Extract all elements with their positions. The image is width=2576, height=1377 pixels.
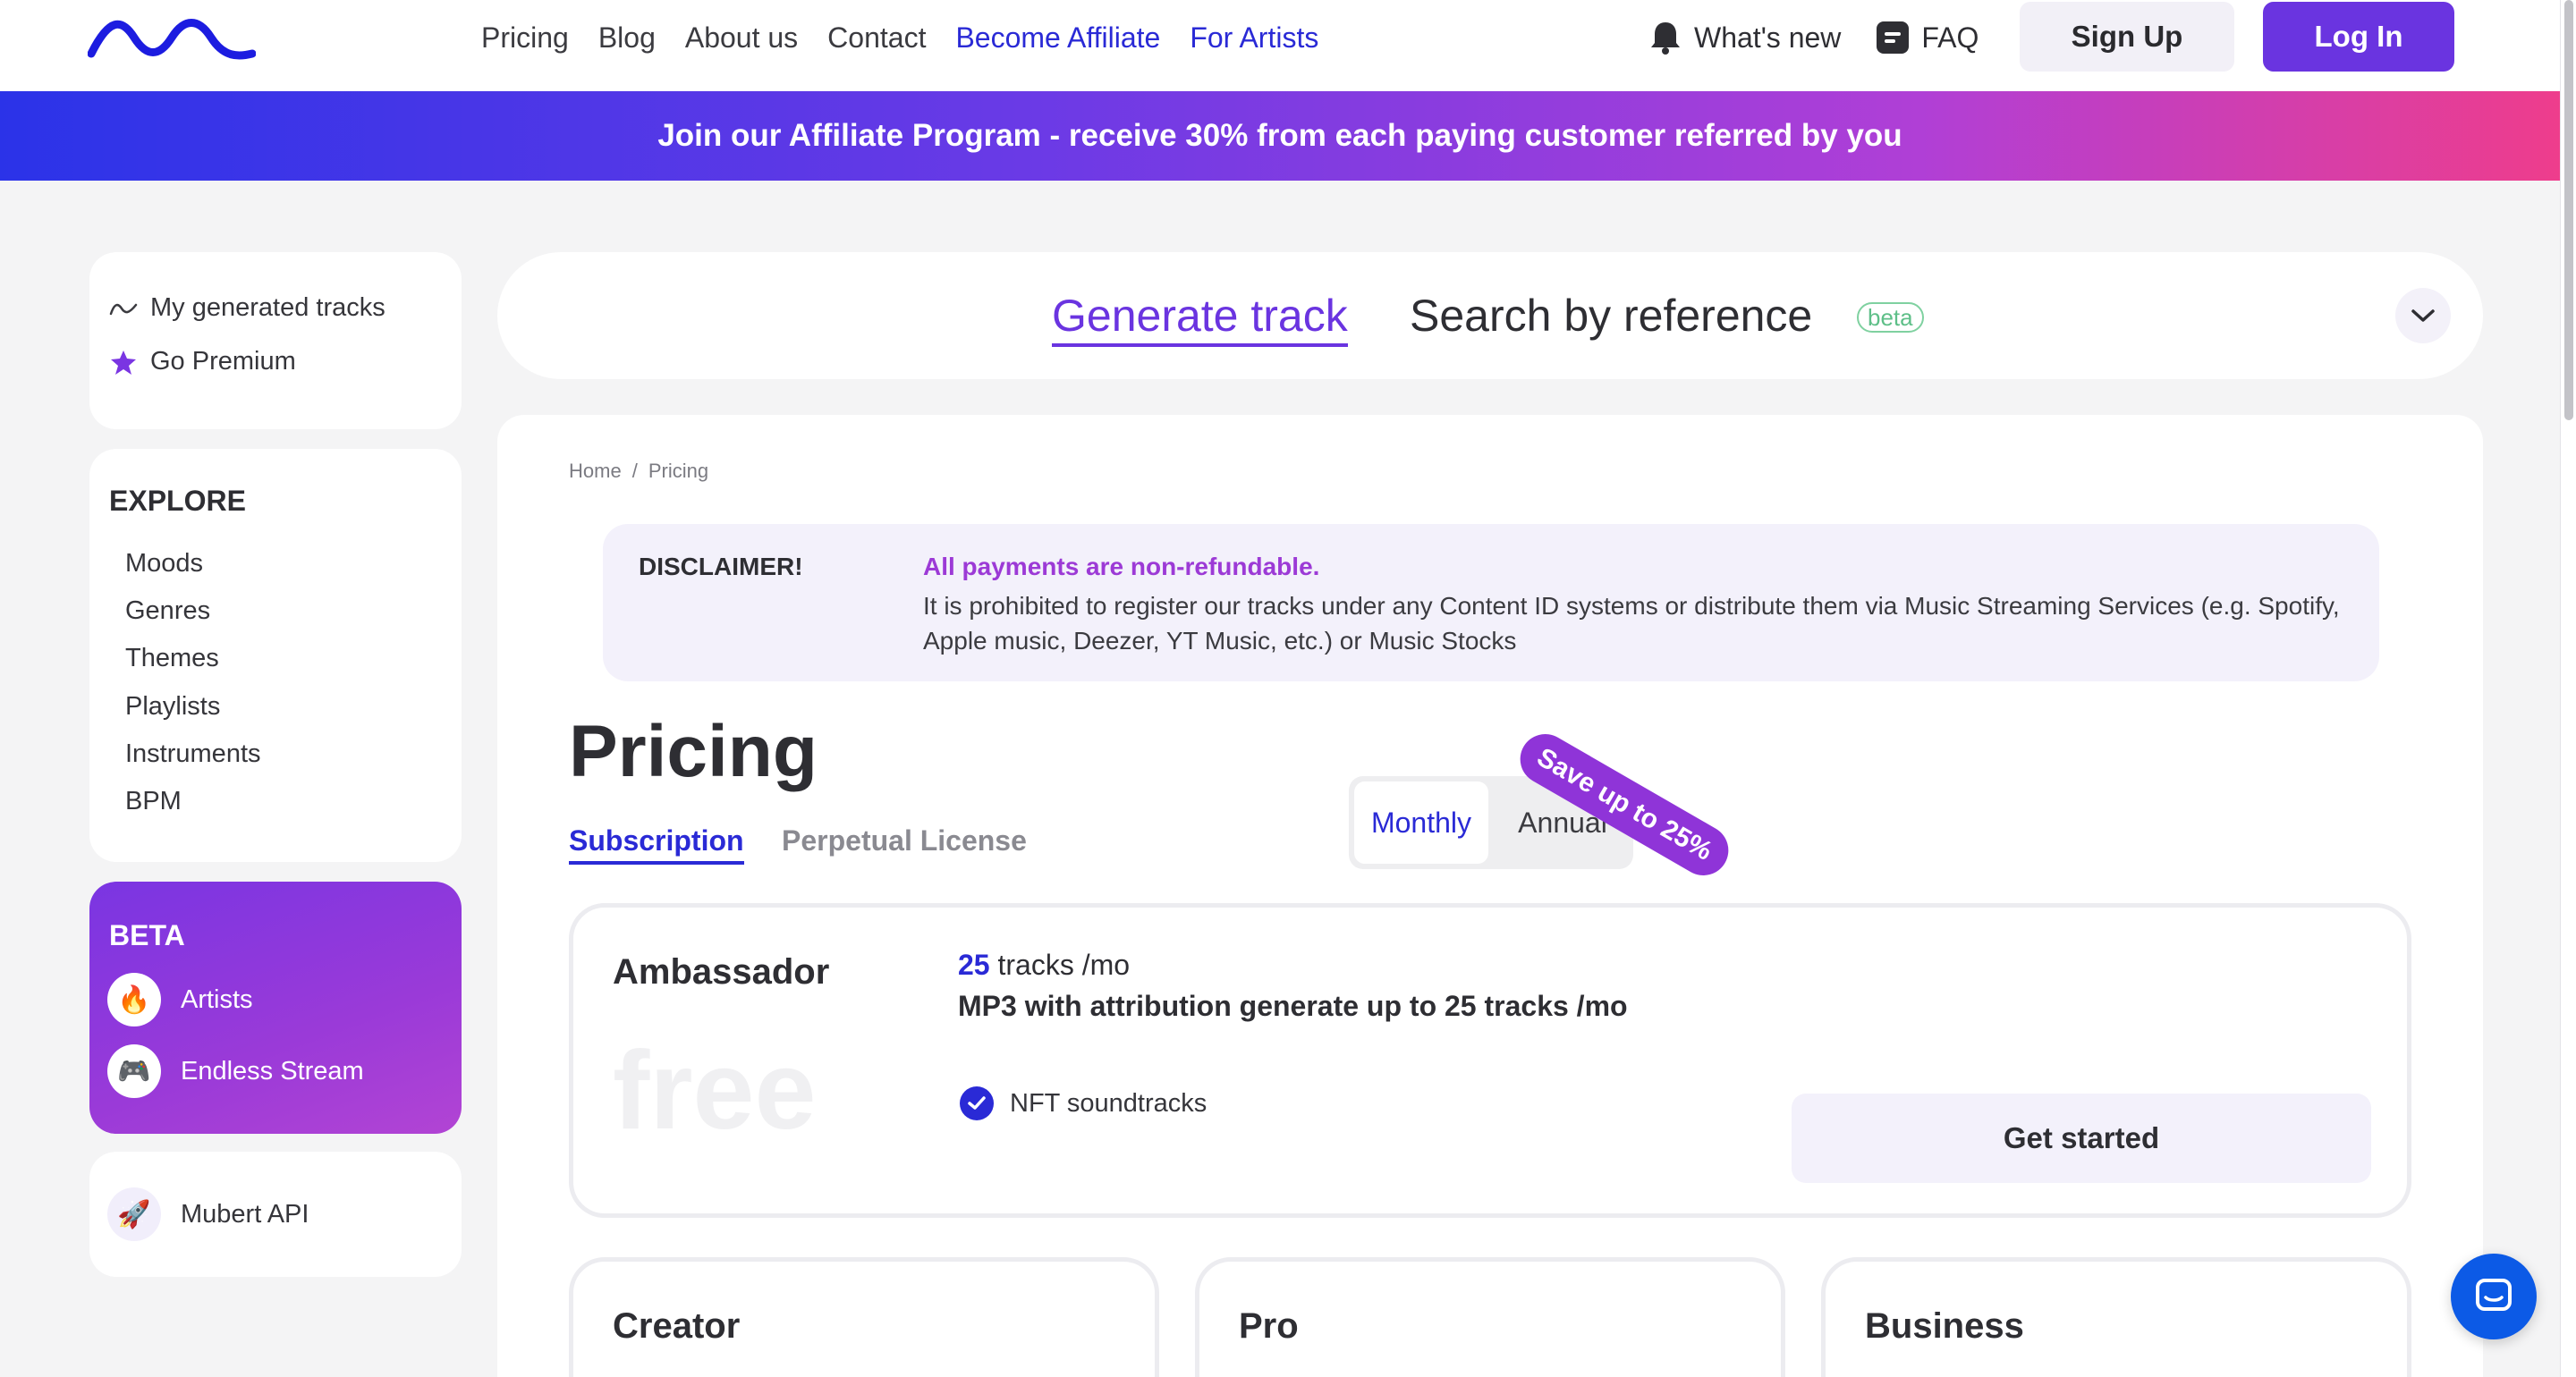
breadcrumb-current: Pricing xyxy=(648,460,709,482)
plan-name: Pro xyxy=(1239,1306,1299,1346)
toggle-monthly[interactable]: Monthly xyxy=(1354,781,1488,864)
breadcrumb: Home / Pricing xyxy=(569,460,708,483)
affiliate-banner[interactable]: Join our Affiliate Program - receive 30%… xyxy=(0,91,2560,181)
sidebar-item-mubert-api[interactable]: 🚀 Mubert API xyxy=(107,1187,309,1241)
sidebar-item-genres[interactable]: Genres xyxy=(125,596,210,626)
nav-contact[interactable]: Contact xyxy=(827,21,926,55)
faq-icon xyxy=(1877,21,1910,54)
plan-price: free xyxy=(613,1029,817,1153)
sidebar-item-bpm[interactable]: BPM xyxy=(125,787,182,816)
whats-new-label: What's new xyxy=(1694,21,1842,54)
nav-become-affiliate[interactable]: Become Affiliate xyxy=(955,21,1160,55)
sidebar-explore-card: EXPLORE Moods Genres Themes Playlists In… xyxy=(89,449,462,862)
log-in-button[interactable]: Log In xyxy=(2263,2,2454,72)
sidebar-beta-card: BETA 🔥 Artists 🎮 Endless Stream xyxy=(89,882,462,1134)
chat-icon xyxy=(2476,1279,2512,1311)
plan-card-business: Business xyxy=(1821,1257,2411,1377)
top-header: Pricing Blog About us Contact Become Aff… xyxy=(0,0,2560,91)
get-started-button[interactable]: Get started xyxy=(1792,1094,2371,1183)
nav-blog[interactable]: Blog xyxy=(598,21,656,55)
beta-heading: BETA xyxy=(109,919,185,951)
main-nav: Pricing Blog About us Contact Become Aff… xyxy=(481,0,1318,75)
fire-icon: 🔥 xyxy=(107,973,161,1026)
beta-badge: beta xyxy=(1857,302,1924,333)
nav-pricing[interactable]: Pricing xyxy=(481,21,569,55)
sidebar-item-themes[interactable]: Themes xyxy=(125,644,219,673)
expand-button[interactable] xyxy=(2395,288,2451,343)
sidebar-item-instruments[interactable]: Instruments xyxy=(125,739,261,769)
sidebar-item-endless-stream[interactable]: 🎮 Endless Stream xyxy=(107,1044,364,1098)
sign-up-button[interactable]: Sign Up xyxy=(2020,2,2234,72)
header-right: What's new FAQ xyxy=(1649,0,1979,75)
plan-tracks-suffix: tracks /mo xyxy=(997,949,1131,981)
plan-feature-label: NFT soundtracks xyxy=(1010,1088,1208,1118)
sidebar-item-my-tracks[interactable]: My generated tracks xyxy=(109,293,386,323)
page-title: Pricing xyxy=(569,711,818,792)
wave-icon xyxy=(109,303,138,315)
sidebar-item-go-premium[interactable]: Go Premium xyxy=(109,347,296,376)
disclaimer-text: It is prohibited to register our tracks … xyxy=(923,592,2340,655)
page-scrollbar[interactable] xyxy=(2560,0,2576,1377)
sidebar-item-label: Endless Stream xyxy=(181,1056,364,1086)
faq-label: FAQ xyxy=(1921,21,1979,54)
tab-search-by-reference[interactable]: Search by reference xyxy=(1410,290,1812,342)
plan-tracks-number: 25 xyxy=(958,949,990,981)
nav-about[interactable]: About us xyxy=(685,21,798,55)
affiliate-banner-text: Join our Affiliate Program - receive 30%… xyxy=(657,118,1902,153)
bell-icon xyxy=(1651,22,1680,55)
breadcrumb-home[interactable]: Home xyxy=(569,460,622,483)
nav-for-artists[interactable]: For Artists xyxy=(1190,21,1318,55)
tab-generate-track[interactable]: Generate track xyxy=(1052,290,1348,347)
check-icon xyxy=(960,1086,994,1120)
sidebar-user-card: My generated tracks Go Premium xyxy=(89,252,462,429)
plan-name: Creator xyxy=(613,1306,741,1346)
tab-subscription[interactable]: Subscription xyxy=(569,824,744,865)
plan-card-creator: Creator xyxy=(569,1257,1159,1377)
plan-card-pro: Pro xyxy=(1195,1257,1785,1377)
pricing-main: Home / Pricing DISCLAIMER! All payments … xyxy=(497,415,2483,1377)
tab-perpetual-license[interactable]: Perpetual License xyxy=(782,824,1027,857)
sidebar-item-moods[interactable]: Moods xyxy=(125,549,203,579)
whats-new-link[interactable]: What's new xyxy=(1649,20,1841,55)
sidebar-api-card: 🚀 Mubert API xyxy=(89,1152,462,1277)
plan-description: MP3 with attribution generate up to 25 t… xyxy=(958,990,1628,1022)
plan-feature: NFT soundtracks xyxy=(960,1086,1207,1120)
disclaimer-strong: All payments are non-refundable. xyxy=(923,553,1320,580)
generator-tabs: Generate track Search by reference beta xyxy=(497,252,2483,379)
sidebar-item-label: My generated tracks xyxy=(150,293,386,322)
scrollbar-thumb[interactable] xyxy=(2564,0,2573,420)
plan-name: Ambassador xyxy=(613,952,830,992)
faq-link[interactable]: FAQ xyxy=(1877,21,1979,55)
plan-name: Business xyxy=(1865,1306,2024,1346)
wave-logo-icon[interactable] xyxy=(88,14,256,61)
star-icon xyxy=(111,350,136,375)
sidebar-item-label: Artists xyxy=(181,984,253,1014)
breadcrumb-separator: / xyxy=(631,460,638,482)
sidebar-item-label: Mubert API xyxy=(181,1199,309,1229)
plan-card-ambassador: Ambassador free 25 tracks /mo MP3 with a… xyxy=(569,903,2411,1218)
chat-launcher-button[interactable] xyxy=(2451,1254,2537,1339)
sidebar-item-playlists[interactable]: Playlists xyxy=(125,692,220,722)
gamepad-icon: 🎮 xyxy=(107,1044,161,1098)
sidebar-item-artists[interactable]: 🔥 Artists xyxy=(107,973,253,1026)
disclaimer-box: DISCLAIMER! All payments are non-refunda… xyxy=(603,524,2379,681)
disclaimer-label: DISCLAIMER! xyxy=(639,553,803,580)
explore-heading: EXPLORE xyxy=(109,485,246,517)
chevron-down-icon xyxy=(2411,309,2435,322)
rocket-icon: 🚀 xyxy=(107,1187,161,1241)
plan-tracks: 25 tracks /mo xyxy=(958,949,1130,982)
sidebar-item-label: Go Premium xyxy=(150,347,296,376)
